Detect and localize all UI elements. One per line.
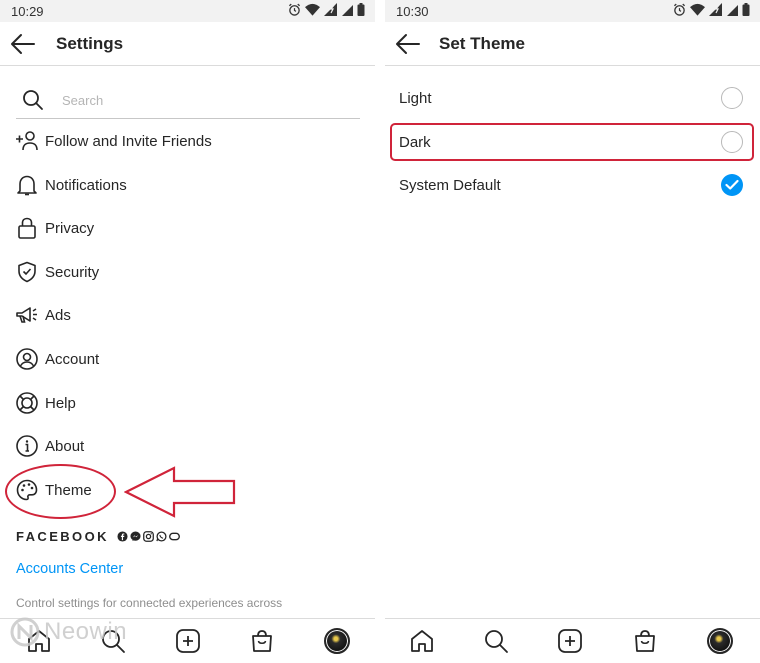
battery-icon — [742, 3, 750, 16]
option-label: Light — [399, 90, 432, 107]
settings-menu: Follow and Invite Friends Notifications … — [0, 120, 375, 512]
accounts-center-link[interactable]: Accounts Center — [16, 561, 123, 577]
page-title: Set Theme — [439, 34, 525, 53]
account-circle-icon — [16, 348, 38, 370]
alarm-icon — [673, 3, 686, 16]
status-bar: 10:30 — [385, 0, 760, 22]
whatsapp-icon — [156, 531, 167, 542]
search-bar[interactable] — [16, 83, 360, 119]
portal-icon — [168, 532, 180, 541]
screen-divider — [375, 0, 385, 663]
checkmark-icon — [725, 179, 739, 190]
wifi-icon — [305, 3, 320, 16]
messenger-icon — [130, 531, 141, 542]
menu-item-label: Follow and Invite Friends — [45, 133, 212, 150]
menu-item-label: About — [45, 438, 85, 456]
search-icon — [23, 90, 43, 110]
facebook-apps-icons — [117, 531, 180, 542]
lifebuoy-icon — [16, 391, 38, 414]
status-time: 10:30 — [396, 4, 429, 19]
set-theme-screen: 10:30 Set Theme Light Dark System Defaul… — [385, 0, 760, 663]
new-post-icon[interactable] — [557, 628, 583, 654]
menu-item-label: Security — [45, 263, 100, 281]
dark-highlight-annotation — [390, 123, 754, 161]
no-signal-icon — [342, 5, 353, 16]
settings-screen: 10:29 Settings Follow and Invite Friends… — [0, 0, 375, 663]
radio-unchecked[interactable] — [721, 87, 743, 109]
menu-item-follow-invite[interactable]: Follow and Invite Friends — [0, 120, 375, 164]
facebook-label: FACEBOOK — [16, 529, 109, 544]
menu-item-label: Privacy — [45, 220, 95, 238]
menu-item-account[interactable]: Account — [0, 338, 375, 382]
shop-icon[interactable] — [249, 628, 275, 654]
add-person-icon — [16, 131, 38, 151]
theme-option-system-default[interactable]: System Default — [385, 164, 760, 208]
facebook-section-header: FACEBOOK — [16, 529, 180, 544]
menu-item-privacy[interactable]: Privacy — [0, 207, 375, 251]
menu-item-label: Ads — [45, 307, 71, 325]
neowin-logo-icon — [10, 617, 40, 647]
menu-item-label: Notifications — [45, 176, 127, 194]
search-input[interactable] — [62, 89, 352, 111]
shop-icon[interactable] — [632, 628, 658, 654]
status-bar: 10:29 — [0, 0, 375, 22]
lock-icon — [18, 217, 36, 239]
wifi-icon — [690, 3, 705, 16]
megaphone-icon — [16, 307, 37, 324]
new-post-icon[interactable] — [175, 628, 201, 654]
menu-item-security[interactable]: Security — [0, 251, 375, 295]
set-theme-header: Set Theme — [385, 22, 760, 66]
neowin-watermark: Neowin — [10, 617, 127, 647]
alarm-icon — [288, 3, 301, 16]
bell-icon — [17, 175, 37, 195]
option-label: System Default — [399, 177, 501, 194]
bottom-tab-bar — [385, 618, 760, 663]
menu-item-help[interactable]: Help — [0, 382, 375, 426]
menu-item-label: Account — [45, 350, 100, 368]
back-arrow-icon[interactable] — [395, 32, 421, 56]
theme-highlight-annotation — [5, 464, 116, 519]
instagram-icon — [142, 531, 154, 542]
profile-avatar[interactable] — [324, 628, 350, 654]
profile-avatar[interactable] — [707, 628, 733, 654]
back-arrow-icon[interactable] — [10, 32, 36, 56]
battery-icon — [357, 3, 365, 16]
watermark-text: Neowin — [44, 618, 128, 645]
search-icon[interactable] — [483, 628, 509, 654]
signal-icon — [324, 3, 337, 16]
status-icons — [673, 3, 750, 16]
no-signal-icon — [727, 5, 738, 16]
menu-item-notifications[interactable]: Notifications — [0, 164, 375, 208]
menu-item-ads[interactable]: Ads — [0, 294, 375, 338]
status-time: 10:29 — [11, 4, 44, 19]
theme-option-light[interactable]: Light — [385, 77, 760, 121]
accounts-center-description: Control settings for connected experienc… — [16, 596, 283, 610]
menu-item-about[interactable]: About — [0, 425, 375, 469]
home-icon[interactable] — [409, 628, 435, 654]
info-icon — [16, 435, 38, 457]
settings-header: Settings — [0, 22, 375, 66]
page-title: Settings — [56, 34, 124, 53]
signal-icon — [709, 3, 722, 16]
radio-checked[interactable] — [721, 174, 743, 196]
facebook-icon — [117, 531, 128, 542]
menu-item-label: Help — [45, 394, 76, 412]
annotation-arrow — [124, 466, 236, 518]
status-icons — [288, 3, 365, 16]
shield-check-icon — [18, 261, 36, 283]
